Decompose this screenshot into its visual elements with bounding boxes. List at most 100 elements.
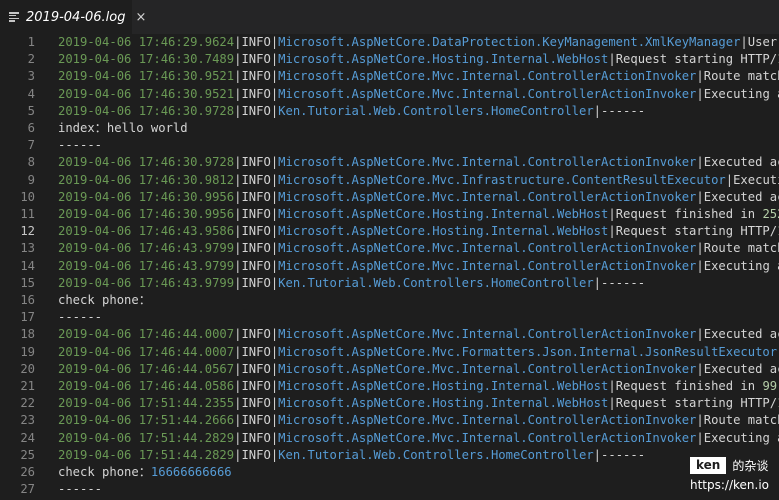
log-message: Route matched w xyxy=(703,241,779,256)
log-category: Microsoft.AspNetCore.Hosting.Internal.We… xyxy=(278,224,609,239)
code-text: 2019-04-06 17:46:30.9812|INFO|Microsoft.… xyxy=(58,172,779,189)
code-line[interactable]: 3 2019-04-06 17:46:30.9521|INFO|Microsoft… xyxy=(0,68,779,85)
code-line[interactable]: 26 check phone：16666666666 xyxy=(0,464,779,481)
code-line[interactable]: 9 2019-04-06 17:46:30.9812|INFO|Microsoft… xyxy=(0,172,779,189)
code-text: index：hello world xyxy=(58,120,188,137)
tab-log-file[interactable]: 2019-04-06.log × xyxy=(0,0,146,34)
code-line[interactable]: 16 check phone： xyxy=(0,292,779,309)
code-text: ------ xyxy=(58,481,102,498)
code-line[interactable]: 2 2019-04-06 17:46:30.7489|INFO|Microsoft… xyxy=(0,51,779,68)
code-line[interactable]: 20 2019-04-06 17:46:44.0567|INFO|Microsof… xyxy=(0,361,779,378)
log-level: INFO xyxy=(241,103,271,118)
log-message: Request finished in xyxy=(615,207,763,221)
log-category: Microsoft.AspNetCore.Hosting.Internal.We… xyxy=(278,52,609,67)
log-category: Microsoft.AspNetCore.Mvc.Infrastructure.… xyxy=(278,172,726,187)
separator: | xyxy=(593,447,602,462)
plain-text: index：hello world xyxy=(58,121,188,135)
code-text: 2019-04-06 17:46:30.9521|INFO|Microsoft.… xyxy=(58,68,779,85)
log-category: Ken.Tutorial.Web.Controllers.HomeControl… xyxy=(278,447,594,462)
log-message: ------ xyxy=(601,275,646,290)
log-timestamp: 2019-04-06 17:51:44.2355 xyxy=(58,396,235,411)
code-text: check phone：16666666666 xyxy=(58,464,232,481)
code-line[interactable]: 1 2019-04-06 17:46:29.9624|INFO|Microsoft… xyxy=(0,34,779,51)
log-message: Route matched w xyxy=(703,413,779,428)
code-line[interactable]: 10 2019-04-06 17:46:30.9956|INFO|Microsof… xyxy=(0,189,779,206)
line-number: 22 xyxy=(20,396,35,411)
separator: | xyxy=(608,396,616,411)
log-message: Executing actio xyxy=(703,86,779,101)
separator: | xyxy=(740,35,748,49)
code-line[interactable]: 5 2019-04-06 17:46:30.9728|INFO|Ken.Tutor… xyxy=(0,103,779,120)
code-line[interactable]: 18 2019-04-06 17:46:44.0007|INFO|Microsof… xyxy=(0,326,779,343)
log-timestamp: 2019-04-06 17:46:43.9586 xyxy=(58,224,235,239)
line-number: 2 xyxy=(27,52,35,67)
plain-text: ------ xyxy=(58,138,103,153)
log-level: INFO xyxy=(241,224,271,239)
log-category: Microsoft.AspNetCore.Mvc.Internal.Contro… xyxy=(278,241,697,256)
line-number: 17 xyxy=(20,310,35,325)
code-text: 2019-04-06 17:51:44.2355|INFO|Microsoft.… xyxy=(58,395,779,412)
code-line[interactable]: 12 2019-04-06 17:46:43.9586|INFO|Microsof… xyxy=(0,223,779,240)
code-text: check phone： xyxy=(58,292,151,309)
log-message: Executed action xyxy=(703,327,779,342)
separator: | xyxy=(593,103,602,118)
log-message: Executed action xyxy=(703,155,779,170)
watermark-url: https://ken.io xyxy=(689,478,769,492)
code-line[interactable]: 13 2019-04-06 17:46:43.9799|INFO|Microsof… xyxy=(0,240,779,257)
close-icon[interactable]: × xyxy=(136,11,147,24)
log-timestamp: 2019-04-06 17:46:44.0007 xyxy=(58,344,235,359)
separator: | xyxy=(725,172,734,187)
code-line[interactable]: 25 2019-04-06 17:51:44.2829|INFO|Ken.Tuto… xyxy=(0,447,779,464)
code-line[interactable]: 17 ------ xyxy=(0,309,779,326)
log-category: Microsoft.AspNetCore.Mvc.Internal.Contro… xyxy=(278,361,697,376)
log-message: Request starting HTTP/ xyxy=(615,396,778,411)
code-line[interactable]: 15 2019-04-06 17:46:43.9799|INFO|Ken.Tuto… xyxy=(0,275,779,292)
code-text: 2019-04-06 17:46:30.9956|INFO|Microsoft.… xyxy=(58,206,779,223)
line-number: 24 xyxy=(20,430,35,445)
code-text: ------ xyxy=(58,137,102,154)
code-text: 2019-04-06 17:46:43.9799|INFO|Microsoft.… xyxy=(58,240,779,257)
code-text: 2019-04-06 17:46:30.9956|INFO|Microsoft.… xyxy=(58,189,779,206)
code-line[interactable]: 7 ------ xyxy=(0,137,779,154)
separator: | xyxy=(608,224,616,239)
line-number: 13 xyxy=(20,241,35,256)
log-category: Microsoft.AspNetCore.Hosting.Internal.We… xyxy=(278,207,609,221)
code-line[interactable]: 22 2019-04-06 17:51:44.2355|INFO|Microsof… xyxy=(0,395,779,412)
plain-text: check phone： xyxy=(58,293,151,307)
line-number: 7 xyxy=(27,138,35,153)
log-category: Microsoft.AspNetCore.Mvc.Internal.Contro… xyxy=(278,430,697,445)
code-text: 2019-04-06 17:46:30.9728|INFO|Ken.Tutori… xyxy=(58,103,645,120)
separator: | xyxy=(696,413,704,428)
log-timestamp: 2019-04-06 17:46:44.0586 xyxy=(58,379,235,393)
log-timestamp: 2019-04-06 17:46:43.9799 xyxy=(58,275,235,290)
log-timestamp: 2019-04-06 17:46:43.9799 xyxy=(58,241,235,256)
code-line[interactable]: 11 2019-04-06 17:46:30.9956|INFO|Microsof… xyxy=(0,206,779,223)
editor-area[interactable]: 1 2019-04-06 17:46:29.9624|INFO|Microsoft… xyxy=(0,34,779,500)
code-line[interactable]: 8 2019-04-06 17:46:30.9728|INFO|Microsoft… xyxy=(0,154,779,171)
line-number: 23 xyxy=(20,413,35,428)
code-text: ------ xyxy=(58,309,102,326)
log-timestamp: 2019-04-06 17:46:30.9956 xyxy=(58,207,235,221)
log-timestamp: 2019-04-06 17:51:44.2666 xyxy=(58,413,235,428)
line-number: 12 xyxy=(20,224,35,239)
watermark-logo: ken xyxy=(689,457,727,474)
code-text: 2019-04-06 17:46:29.9624|INFO|Microsoft.… xyxy=(58,34,779,51)
code-text: 2019-04-06 17:46:43.9586|INFO|Microsoft.… xyxy=(58,223,779,240)
log-category: Microsoft.AspNetCore.Mvc.Internal.Contro… xyxy=(278,327,697,342)
log-message: Executed action xyxy=(703,189,779,204)
code-line[interactable]: 19 2019-04-06 17:46:44.0007|INFO|Microsof… xyxy=(0,344,779,361)
code-line[interactable]: 14 2019-04-06 17:46:43.9799|INFO|Microsof… xyxy=(0,258,779,275)
code-line[interactable]: 21 2019-04-06 17:46:44.0586|INFO|Microsof… xyxy=(0,378,779,395)
log-timestamp: 2019-04-06 17:46:30.9521 xyxy=(58,69,235,84)
code-line[interactable]: 27 ------ xyxy=(0,481,779,498)
log-level: INFO xyxy=(241,361,271,376)
editor-window: 2019-04-06.log × 1 2019-04-06 17:46:29.96… xyxy=(0,0,779,500)
tab-bar: 2019-04-06.log × xyxy=(0,0,779,34)
code-line[interactable]: 6 index：hello world xyxy=(0,120,779,137)
line-number: 4 xyxy=(27,86,35,101)
log-message: Route matched w xyxy=(703,69,779,84)
code-line[interactable]: 24 2019-04-06 17:51:44.2829|INFO|Microsof… xyxy=(0,430,779,447)
code-line[interactable]: 23 2019-04-06 17:51:44.2666|INFO|Microsof… xyxy=(0,412,779,429)
code-text: 2019-04-06 17:46:30.7489|INFO|Microsoft.… xyxy=(58,51,779,68)
code-line[interactable]: 4 2019-04-06 17:46:30.9521|INFO|Microsoft… xyxy=(0,86,779,103)
